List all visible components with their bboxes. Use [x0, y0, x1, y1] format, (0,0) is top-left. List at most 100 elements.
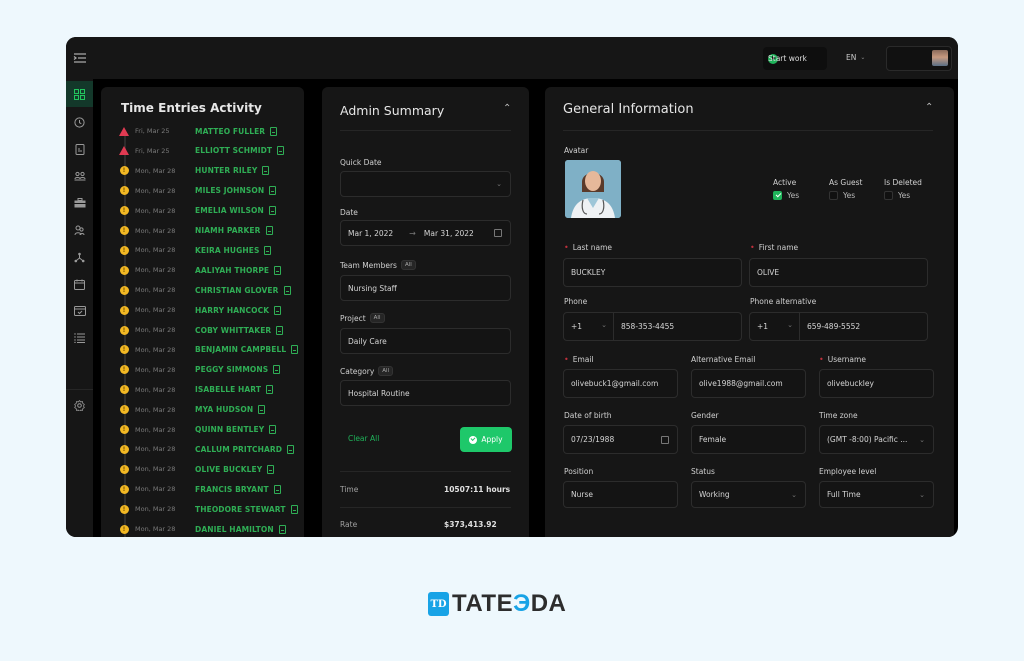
sidebar-item-tasks[interactable] — [66, 325, 93, 351]
date-range-input[interactable]: Mar 1, 2022 → Mar 31, 2022 — [340, 220, 511, 246]
flag-checkbox-option[interactable]: Yes — [884, 191, 922, 200]
last-name-input[interactable]: BUCKLEY — [563, 258, 742, 287]
apply-button[interactable]: Apply — [460, 427, 512, 452]
dob-input[interactable]: 07/23/1988 — [563, 425, 678, 454]
document-icon[interactable] — [274, 305, 282, 315]
document-icon[interactable] — [287, 444, 295, 454]
sidebar-item-calendar[interactable] — [66, 271, 93, 297]
employee-level-select[interactable]: Full Time ⌄ — [819, 481, 934, 508]
entry-employee-name[interactable]: EMELIA WILSON — [195, 206, 264, 215]
time-entry-row[interactable]: ! Mon, Mar 28 AALIYAH THORPE — [119, 263, 282, 277]
time-entry-row[interactable]: ! Mon, Mar 28 MILES JOHNSON — [119, 184, 277, 198]
sidebar-item-time[interactable] — [66, 109, 93, 135]
entry-employee-name[interactable]: ELLIOTT SCHMIDT — [195, 146, 272, 155]
entry-employee-name[interactable]: ISABELLE HART — [195, 385, 261, 394]
document-icon[interactable] — [265, 226, 273, 235]
time-entry-row[interactable]: ! Mon, Mar 28 DANIEL HAMILTON — [119, 522, 286, 536]
entry-employee-name[interactable]: KEIRA HUGHES — [195, 246, 259, 255]
document-icon[interactable] — [264, 245, 272, 255]
chevron-up-icon[interactable]: ⌃ — [925, 102, 933, 113]
entry-employee-name[interactable]: PEGGY SIMMONS — [195, 365, 268, 374]
entry-employee-name[interactable]: FRANCIS BRYANT — [195, 485, 269, 494]
flag-checkbox-option[interactable]: Yes — [773, 191, 799, 200]
sidebar-item-dashboard[interactable] — [66, 81, 93, 107]
phone-input[interactable]: +1 ⌄ 858-353-4455 — [563, 312, 742, 341]
time-entry-row[interactable]: ! Mon, Mar 28 CHRISTIAN GLOVER — [119, 283, 291, 297]
time-entry-row[interactable]: ! Mon, Mar 28 CALLUM PRITCHARD — [119, 442, 295, 456]
document-icon[interactable] — [273, 484, 281, 494]
project-input[interactable]: Daily Care — [340, 328, 511, 354]
phone-alt-country-code-select[interactable]: +1 ⌄ — [750, 313, 800, 340]
position-input[interactable]: Nurse — [563, 481, 678, 508]
entry-employee-name[interactable]: MILES JOHNSON — [195, 186, 264, 195]
category-all-badge[interactable]: All — [378, 366, 394, 376]
phone-alt-input[interactable]: +1 ⌄ 659-489-5552 — [749, 312, 928, 341]
time-entry-row[interactable]: ! Mon, Mar 28 PEGGY SIMMONS — [119, 363, 281, 377]
document-icon[interactable] — [269, 425, 277, 434]
start-work-button[interactable]: Start work — [763, 47, 827, 70]
sidebar-item-projects[interactable] — [66, 190, 93, 216]
entry-employee-name[interactable]: HARRY HANCOCK — [195, 306, 269, 315]
entry-employee-name[interactable]: OLIVE BUCKLEY — [195, 465, 262, 474]
timezone-select[interactable]: (GMT -8:00) Pacific ... ⌄ — [819, 425, 934, 454]
entry-employee-name[interactable]: DANIEL HAMILTON — [195, 525, 274, 534]
document-icon[interactable] — [274, 265, 282, 275]
document-icon[interactable] — [262, 166, 270, 176]
document-icon[interactable] — [270, 126, 278, 136]
sidebar-item-teams[interactable] — [66, 163, 93, 189]
document-icon[interactable] — [266, 385, 274, 395]
document-icon[interactable] — [283, 285, 291, 295]
document-icon[interactable] — [290, 504, 298, 514]
document-icon[interactable] — [276, 325, 284, 335]
checkbox[interactable] — [829, 191, 838, 200]
time-entry-row[interactable]: ! Mon, Mar 28 HUNTER RILEY — [119, 164, 270, 178]
document-icon[interactable] — [267, 464, 275, 474]
gender-input[interactable]: Female — [691, 425, 806, 454]
alt-email-input[interactable]: olive1988@gmail.com — [691, 369, 806, 398]
entry-employee-name[interactable]: QUINN BENTLEY — [195, 425, 264, 434]
time-entry-row[interactable]: ! Mon, Mar 28 KEIRA HUGHES — [119, 243, 272, 257]
checkbox[interactable] — [884, 191, 893, 200]
time-entry-row[interactable]: ! Mon, Mar 28 EMELIA WILSON — [119, 204, 276, 218]
entry-employee-name[interactable]: AALIYAH THORPE — [195, 266, 269, 275]
menu-toggle-icon[interactable] — [72, 50, 88, 66]
entry-employee-name[interactable]: CALLUM PRITCHARD — [195, 445, 282, 454]
entry-employee-name[interactable]: MATTEO FULLER — [195, 127, 265, 136]
time-entry-row[interactable]: ! Mon, Mar 28 HARRY HANCOCK — [119, 303, 282, 317]
document-icon[interactable] — [258, 405, 266, 415]
sidebar-item-settings[interactable] — [66, 392, 93, 418]
time-entry-row[interactable]: ! Mon, Mar 28 MYA HUDSON — [119, 403, 266, 417]
clear-all-button[interactable]: Clear All — [348, 434, 379, 443]
entry-employee-name[interactable]: MYA HUDSON — [195, 405, 253, 414]
checkbox[interactable] — [773, 191, 782, 200]
time-entry-row[interactable]: ! Mon, Mar 28 THEODORE STEWART — [119, 502, 298, 516]
sidebar-item-reports[interactable] — [66, 136, 93, 162]
document-icon[interactable] — [277, 146, 285, 156]
entry-employee-name[interactable]: HUNTER RILEY — [195, 166, 257, 175]
time-entry-row[interactable]: ! Mon, Mar 28 QUINN BENTLEY — [119, 423, 277, 437]
phone-country-code-select[interactable]: +1 ⌄ — [564, 313, 614, 340]
team-members-input[interactable]: Nursing Staff — [340, 275, 511, 301]
status-select[interactable]: Working ⌄ — [691, 481, 806, 508]
document-icon[interactable] — [278, 524, 286, 534]
entry-employee-name[interactable]: THEODORE STEWART — [195, 505, 286, 514]
email-input[interactable]: olivebuck1@gmail.com — [563, 369, 678, 398]
sidebar-item-organization[interactable] — [66, 244, 93, 270]
flag-checkbox-option[interactable]: Yes — [829, 191, 862, 200]
sidebar-item-employees[interactable] — [66, 217, 93, 243]
time-entry-row[interactable]: ! Mon, Mar 28 COBY WHITTAKER — [119, 323, 284, 337]
time-entry-row[interactable]: Fri, Mar 25 MATTEO FULLER — [119, 124, 278, 138]
language-selector[interactable]: EN ⌄ — [846, 53, 865, 62]
username-input[interactable]: olivebuckley — [819, 369, 934, 398]
time-entry-row[interactable]: ! Mon, Mar 28 NIAMH PARKER — [119, 224, 273, 238]
time-entry-row[interactable]: ! Mon, Mar 28 BENJAMIN CAMPBELL — [119, 343, 299, 357]
entry-employee-name[interactable]: NIAMH PARKER — [195, 226, 261, 235]
entry-employee-name[interactable]: BENJAMIN CAMPBELL — [195, 345, 286, 354]
time-entry-row[interactable]: Fri, Mar 25 ELLIOTT SCHMIDT — [119, 144, 285, 158]
sidebar-item-schedule[interactable] — [66, 298, 93, 324]
quick-date-select[interactable]: ⌄ — [340, 171, 511, 197]
document-icon[interactable] — [291, 345, 299, 355]
time-entry-row[interactable]: ! Mon, Mar 28 FRANCIS BRYANT — [119, 482, 281, 496]
document-icon[interactable] — [268, 206, 276, 216]
project-all-badge[interactable]: All — [369, 313, 385, 323]
